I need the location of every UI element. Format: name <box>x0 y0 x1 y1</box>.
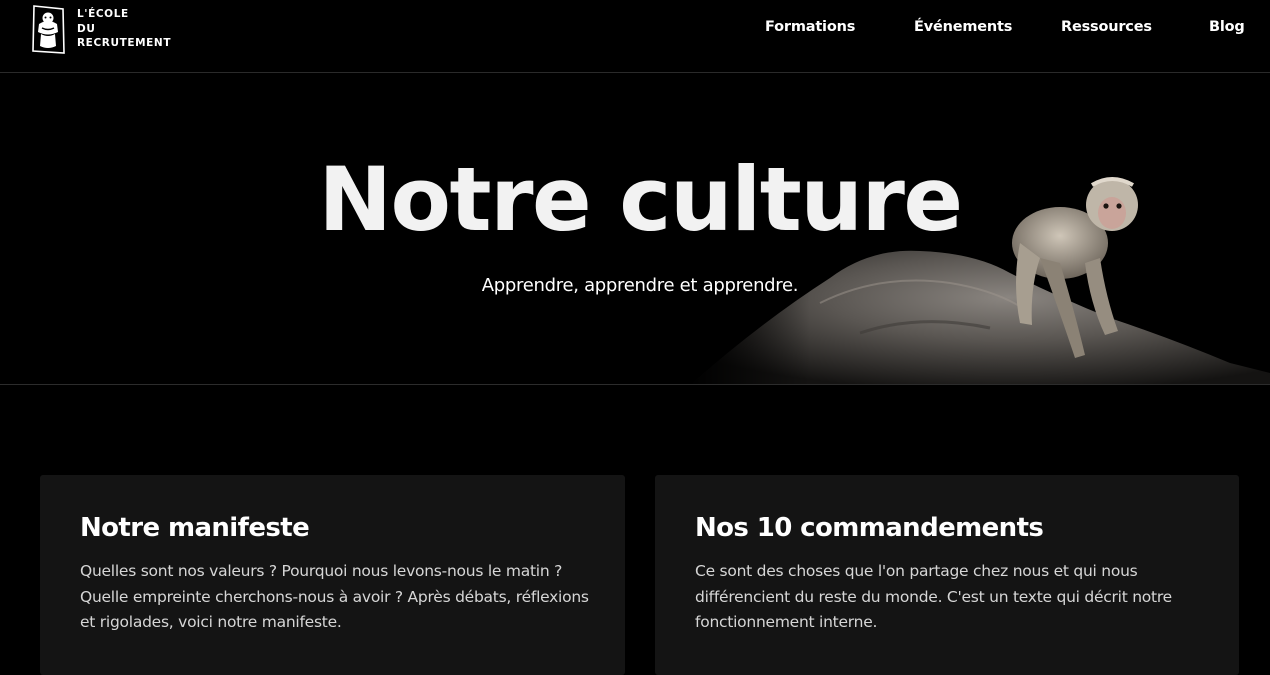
logo-wordmark: L'ÉCOLE DU RECRUTEMENT <box>77 7 171 51</box>
commandements-card[interactable]: Nos 10 commandements Ce sont des choses … <box>655 475 1239 675</box>
manifeste-card[interactable]: Notre manifeste Quelles sont nos valeurs… <box>40 475 625 675</box>
nav-blog[interactable]: Blog <box>1209 17 1245 37</box>
logo-link[interactable]: L'ÉCOLE DU RECRUTEMENT <box>30 4 171 54</box>
nav-ressources[interactable]: Ressources <box>1061 17 1152 37</box>
page-title: Notre culture <box>318 148 963 251</box>
nav-evenements[interactable]: Événements <box>914 17 1012 37</box>
logo-line: RECRUTEMENT <box>77 37 172 49</box>
hero-section: Notre culture Apprendre, apprendre et ap… <box>0 73 1270 385</box>
page-subtitle: Apprendre, apprendre et apprendre. <box>481 275 799 296</box>
card-title: Notre manifeste <box>80 513 310 543</box>
card-description: Ce sont des choses que l'on partage chez… <box>695 562 1172 631</box>
site-header: L'ÉCOLE DU RECRUTEMENT Formations Événem… <box>0 0 1270 73</box>
nav-formations[interactable]: Formations <box>765 17 855 37</box>
logo-line: DU <box>77 22 96 35</box>
monkey-logo-icon <box>32 5 65 54</box>
card-title: Nos 10 commandements <box>695 513 1044 543</box>
logo-line: L'ÉCOLE <box>77 8 129 20</box>
card-description: Quelles sont nos valeurs ? Pourquoi nous… <box>80 562 589 631</box>
